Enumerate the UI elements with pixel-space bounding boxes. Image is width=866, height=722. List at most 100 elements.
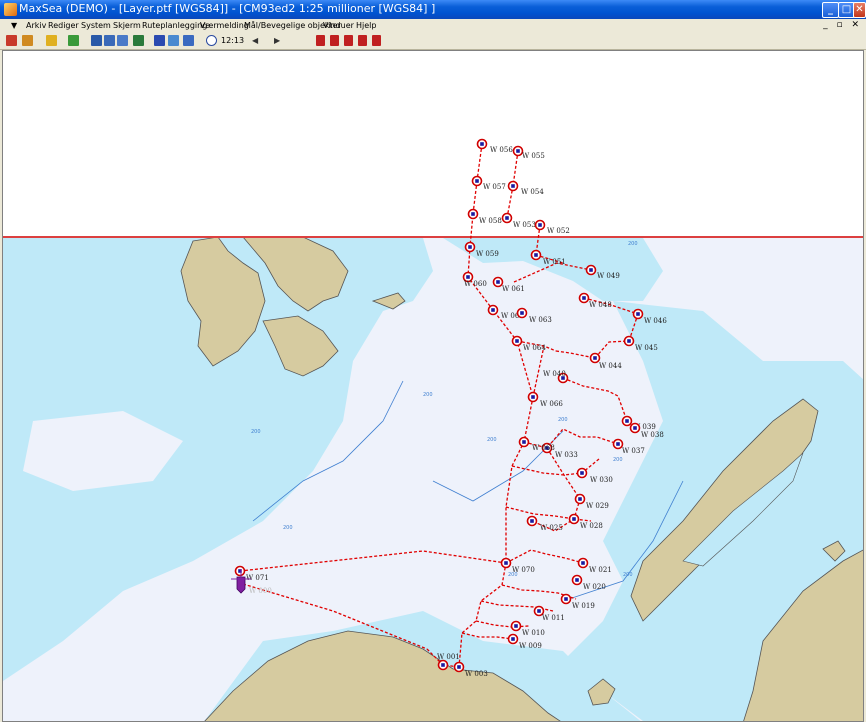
window1-icon[interactable] <box>91 35 102 46</box>
waypoint-marker[interactable] <box>507 180 519 192</box>
menu-system[interactable]: System <box>81 21 111 30</box>
waypoint-core <box>564 597 568 601</box>
waypoint-core <box>534 253 538 257</box>
title-bar[interactable]: MaxSea (DEMO) - [Layer.ptf [WGS84]] - [C… <box>0 0 866 19</box>
waypoint-label: W 040 <box>543 370 566 378</box>
depth-label: 200 <box>613 457 623 463</box>
waypoint-label: W 057 <box>483 183 506 191</box>
waypoint-marker[interactable] <box>574 493 586 505</box>
forward-icon[interactable]: ▶ <box>274 36 280 46</box>
save-icon[interactable] <box>133 35 144 46</box>
toolbar: 12:13 ◀ ▶ <box>0 33 866 50</box>
menu-vinduer[interactable]: Vinduer <box>323 21 354 30</box>
waypoint-marker[interactable] <box>526 515 538 527</box>
target5-icon[interactable] <box>372 35 381 46</box>
chart-icon[interactable] <box>46 35 57 46</box>
waypoint-marker[interactable] <box>621 415 633 427</box>
waypoint-marker[interactable] <box>632 308 644 320</box>
waypoint-marker[interactable] <box>471 175 483 187</box>
chart-view[interactable]: 200 200 200 200 200 200 200 200 200 W 05… <box>2 50 864 722</box>
waypoint-marker[interactable] <box>534 219 546 231</box>
waypoint-marker[interactable] <box>507 633 519 645</box>
waypoint-marker[interactable] <box>437 659 449 671</box>
waypoint-label: W 068 <box>532 444 555 452</box>
window3-icon[interactable] <box>117 35 128 46</box>
target3-icon[interactable] <box>344 35 353 46</box>
menu-hjelp[interactable]: Hjelp <box>356 21 376 30</box>
route-icon[interactable] <box>22 35 33 46</box>
waypoint-core <box>537 609 541 613</box>
waypoint-marker[interactable] <box>500 557 512 569</box>
waypoint-marker[interactable] <box>527 391 539 403</box>
target1-icon[interactable] <box>316 35 325 46</box>
system-menu-icon[interactable]: ▼ <box>11 21 17 30</box>
display-icon[interactable] <box>183 35 194 46</box>
waypoint-marker[interactable] <box>516 307 528 319</box>
waypoint-marker[interactable] <box>487 304 499 316</box>
waypoint-marker[interactable] <box>510 620 522 632</box>
menu-arkiv[interactable]: Arkiv <box>26 21 46 30</box>
waypoint-core <box>625 419 629 423</box>
waypoint-label: W 029 <box>586 502 609 510</box>
waypoint-marker[interactable] <box>577 557 589 569</box>
waypoint-marker[interactable] <box>467 208 479 220</box>
waypoint-core <box>572 517 576 521</box>
waypoint-marker[interactable] <box>476 138 488 150</box>
time-display: 12:13 <box>221 36 245 45</box>
waypoint-marker[interactable] <box>464 241 476 253</box>
waypoint-label: W 058 <box>479 217 502 225</box>
menu-rediger[interactable]: Rediger <box>48 21 79 30</box>
waypoint-marker[interactable] <box>560 593 572 605</box>
waypoint-marker[interactable] <box>568 513 580 525</box>
waypoint-marker[interactable] <box>234 565 246 577</box>
waypoint-label: W 054 <box>521 188 544 196</box>
monitor-icon[interactable] <box>168 35 179 46</box>
waypoint-label: W 000 <box>249 587 272 595</box>
waypoint-label: W 070 <box>512 566 535 574</box>
waypoint-marker[interactable] <box>518 436 530 448</box>
mdi-window-controls[interactable]: _ ▫ ✕ <box>823 20 862 30</box>
waypoint-marker[interactable] <box>576 467 588 479</box>
waypoint-label: W 044 <box>599 362 622 370</box>
menu-ruteplanlegging[interactable]: Ruteplanlegging <box>142 21 207 30</box>
waypoint-core <box>531 395 535 399</box>
menu-vaermelding[interactable]: Værmelding <box>200 21 249 30</box>
waypoint-marker[interactable] <box>530 249 542 261</box>
waypoint-core <box>468 245 472 249</box>
waypoint-marker[interactable] <box>571 574 583 586</box>
target4-icon[interactable] <box>358 35 367 46</box>
save2-icon[interactable] <box>154 35 165 46</box>
waypoint-marker[interactable] <box>629 422 641 434</box>
waypoint-marker[interactable] <box>453 661 465 673</box>
clock-icon[interactable] <box>206 35 217 46</box>
waypoint-marker[interactable] <box>623 335 635 347</box>
close-button[interactable]: ✕ <box>853 2 866 18</box>
back-icon[interactable]: ◀ <box>252 36 258 46</box>
waypoint-core <box>581 561 585 565</box>
waypoint-core <box>616 442 620 446</box>
waypoint-marker[interactable] <box>578 292 590 304</box>
nautical-chart[interactable]: 200 200 200 200 200 200 200 200 200 W 05… <box>3 51 864 722</box>
waypoint-marker[interactable] <box>511 335 523 347</box>
waypoint-label: W 061 <box>502 285 525 293</box>
menu-skjerm[interactable]: Skjerm <box>113 21 141 30</box>
target2-icon[interactable] <box>330 35 339 46</box>
waypoint-marker[interactable] <box>501 212 513 224</box>
waypoint-core <box>530 519 534 523</box>
waypoint-core <box>580 471 584 475</box>
pencil-icon[interactable] <box>6 35 17 46</box>
waypoint-label: W 021 <box>589 566 612 574</box>
waypoint-label: W 045 <box>635 344 658 352</box>
waypoint-core <box>471 212 475 216</box>
layers-icon[interactable] <box>68 35 79 46</box>
waypoint-label: W 055 <box>522 152 545 160</box>
minimize-button[interactable]: _ <box>822 2 839 18</box>
app-icon[interactable] <box>4 3 17 16</box>
waypoint-marker[interactable] <box>585 264 597 276</box>
waypoint-label: W 052 <box>547 227 570 235</box>
depth-label: 200 <box>558 417 568 423</box>
waypoint-label: W 053 <box>513 221 536 229</box>
window2-icon[interactable] <box>104 35 115 46</box>
depth-label: 200 <box>628 241 638 247</box>
waypoint-core <box>496 280 500 284</box>
